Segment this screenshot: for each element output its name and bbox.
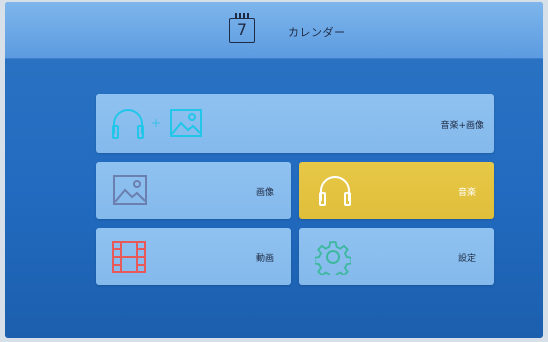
page-title: カレンダー: [288, 26, 346, 39]
tile-photo[interactable]: 画像: [96, 162, 291, 219]
screen: 7 カレンダー + 音楽+画像 画像 音楽 動画 設定: [5, 2, 543, 338]
tile-label: 音楽: [458, 188, 477, 198]
image-icon: [113, 175, 147, 205]
calendar-icon: 7: [229, 13, 255, 43]
calendar-day: 7: [236, 20, 248, 39]
tile-label: 画像: [256, 188, 275, 198]
tile-label: 設定: [458, 254, 477, 264]
headphones-icon: [319, 176, 351, 206]
tile-settings[interactable]: 設定: [299, 228, 494, 285]
plus-sign: +: [151, 116, 162, 130]
tile-music[interactable]: 音楽: [299, 162, 494, 219]
tile-label: 動画: [256, 254, 275, 264]
headphones-icon: [112, 109, 144, 139]
top-bar: 7 カレンダー: [5, 2, 543, 59]
tile-label: 音楽+画像: [440, 121, 484, 131]
tile-video[interactable]: 動画: [96, 228, 291, 285]
gear-icon: [315, 241, 351, 275]
tile-music-photo[interactable]: + 音楽+画像: [96, 94, 494, 153]
film-icon: [112, 241, 146, 273]
image-icon: [170, 109, 202, 137]
